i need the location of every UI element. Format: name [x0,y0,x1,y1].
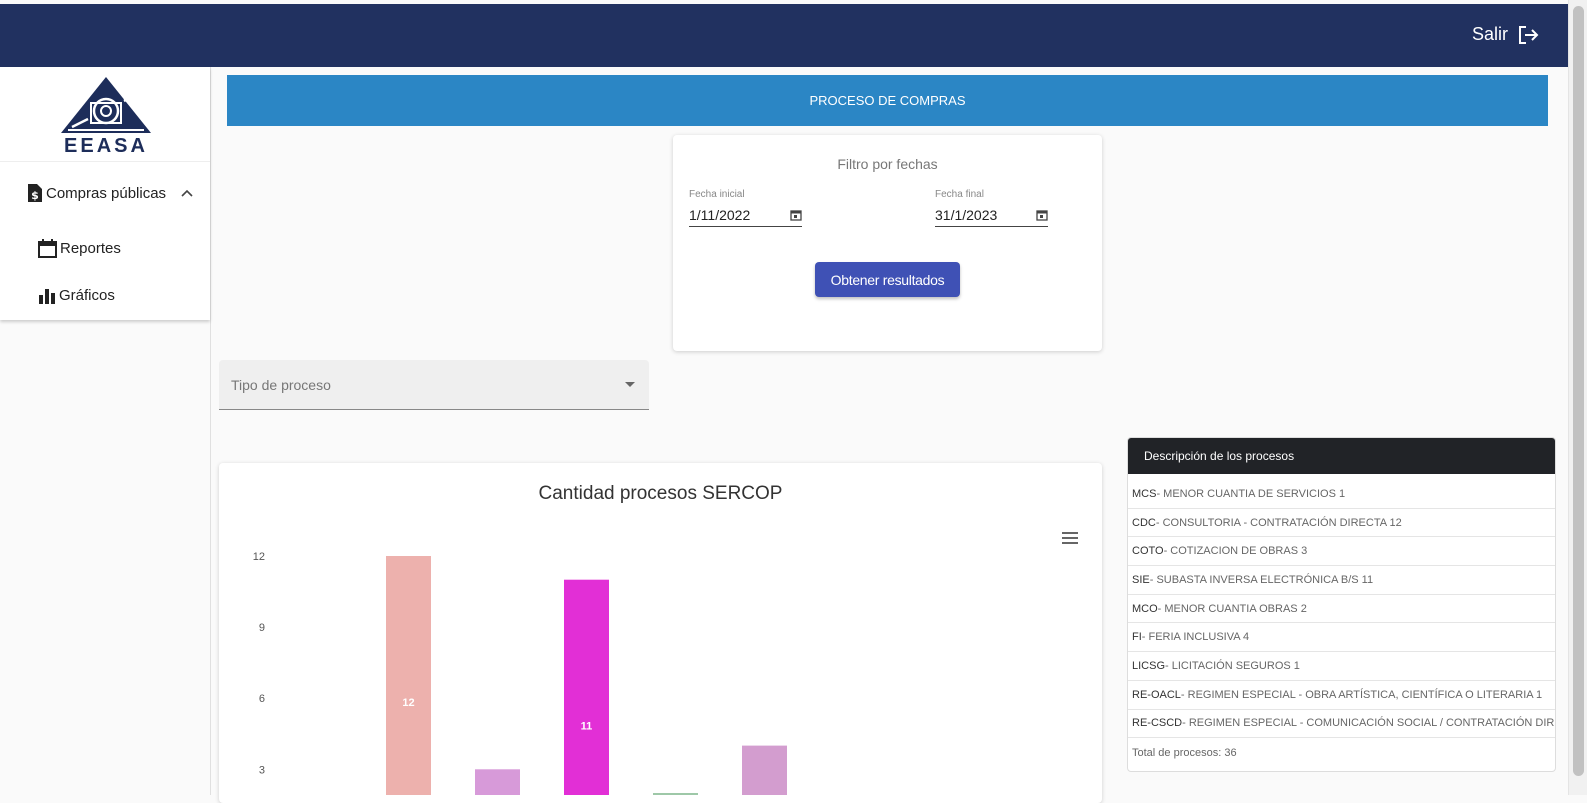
process-code: SIE [1132,573,1150,586]
page-title: PROCESO DE COMPRAS [809,93,966,108]
dropdown-arrow-icon [625,382,635,387]
process-code: FI [1132,631,1142,644]
start-date-value[interactable]: 1/11/2022 [689,207,750,223]
process-description: - CONSULTORIA - CONTRATACIÓN DIRECTA 12 [1155,516,1402,529]
panel-header: Descripción de los procesos [1128,438,1555,474]
sidebar-item-graficos[interactable]: Gráficos [38,287,115,304]
sidebar-item-reportes[interactable]: Reportes [38,239,121,258]
logout-icon [1519,25,1539,44]
hamburger-menu-icon[interactable] [1062,532,1078,547]
process-description: - SUBASTA INVERSA ELECTRÓNICA B/S 11 [1149,573,1374,586]
calendar-icon [38,239,57,258]
description-row: CDC - CONSULTORIA - CONTRATACIÓN DIRECTA… [1128,509,1555,538]
bar-data-label: 12 [402,697,414,709]
total-processes: Total de procesos: 36 [1132,746,1237,759]
description-row: RE-OACL - REGIMEN ESPECIAL - OBRA ARTÍST… [1128,681,1555,710]
end-date-field[interactable]: Fecha final 31/1/2023 [935,189,1048,227]
sidebar-item-label: Gráficos [59,287,115,304]
scrollbar[interactable] [1568,0,1587,795]
logout-label: Salir [1471,24,1508,44]
svg-text:$: $ [31,189,39,202]
description-list: MCS - MENOR CUANTIA DE SERVICIOS 1 CDC - … [1128,474,1555,767]
process-code: MCS [1132,487,1157,500]
sidebar-section-compras-publicas[interactable]: $ Compras públicas [27,183,194,203]
y-tick-label: 12 [253,551,265,563]
sidebar-separator [0,161,210,162]
process-description: - REGIMEN ESPECIAL - OBRA ARTÍSTICA, CIE… [1180,688,1543,701]
chart-title: Cantidad procesos SERCOP [538,483,783,504]
filter-title: Filtro por fechas [837,156,938,172]
process-description: - LICITACIÓN SEGUROS 1 [1165,659,1300,672]
process-description: - MENOR CUANTIA DE SERVICIOS 1 [1156,487,1346,500]
process-code: RE-CSCD [1132,717,1183,730]
page-banner: PROCESO DE COMPRAS [227,75,1548,126]
chart-card: 3 6 9 12 12 11 Cantidad procesos SERCOP [219,463,1102,803]
scrollbar-thumb[interactable] [1573,6,1584,776]
y-tick-label: 9 [259,622,265,634]
end-date-value[interactable]: 31/1/2023 [935,207,997,223]
top-navbar: Salir [0,4,1568,67]
logo-text: EEASA [64,135,148,157]
process-code: CDC [1132,516,1156,529]
process-code: RE-OACL [1132,688,1181,701]
logout-button[interactable]: Salir [1472,24,1540,45]
calendar-picker-icon[interactable] [790,209,802,221]
sidebar-section-label: Compras públicas [46,184,167,202]
bar-cdc[interactable] [386,556,431,795]
process-description-panel: Descripción de los procesos MCS - MENOR … [1127,437,1556,772]
bar-sie[interactable] [564,579,609,795]
bar-chart-icon [39,288,55,304]
chevron-up-icon[interactable] [180,188,194,198]
y-tick-label: 3 [259,764,265,776]
date-filter-card: Filtro por fechas Fecha inicial 1/11/202… [673,135,1102,351]
file-dollar-icon: $ [28,184,42,202]
description-row: SIE - SUBASTA INVERSA ELECTRÓNICA B/S 11 [1128,566,1555,595]
bar-data-label: 11 [581,721,593,733]
description-row: MCO - MENOR CUANTIA OBRAS 2 [1128,595,1555,624]
process-code: COTO [1132,545,1164,558]
get-results-button[interactable]: Obtener resultados [815,262,960,297]
description-row: FI - FERIA INCLUSIVA 4 [1128,623,1555,653]
process-code: LICSG [1132,659,1166,672]
process-description: - REGIMEN ESPECIAL - COMUNICACIÓN SOCIAL… [1182,717,1555,730]
description-row: LICSG - LICITACIÓN SEGUROS 1 [1128,652,1555,681]
description-row: COTO - COTIZACION DE OBRAS 3 [1128,537,1555,567]
description-row: MCS - MENOR CUANTIA DE SERVICIOS 1 [1128,480,1555,509]
process-description: - COTIZACION DE OBRAS 3 [1163,545,1308,558]
description-row: RE-CSCD - REGIMEN ESPECIAL - COMUNICACIÓ… [1128,710,1555,739]
end-date-label: Fecha final [935,189,984,200]
y-tick-label: 6 [259,693,265,705]
process-description: - MENOR CUANTIA OBRAS 2 [1157,602,1307,615]
calendar-picker-icon[interactable] [1036,209,1048,221]
process-type-placeholder: Tipo de proceso [231,377,331,393]
bar-fi[interactable] [742,745,787,795]
sidebar: EEASA $ Compras públicas Reportes Gráfic… [0,67,210,320]
start-date-label: Fecha inicial [689,189,745,200]
sidebar-divider [210,67,211,795]
start-date-field[interactable]: Fecha inicial 1/11/2022 [689,189,802,227]
bar-coto[interactable] [475,769,520,795]
process-type-select[interactable]: Tipo de proceso [219,360,649,410]
eeasa-logo [61,77,151,133]
sidebar-item-label: Reportes [60,240,121,257]
process-code: MCO [1132,602,1158,615]
process-description: - FERIA INCLUSIVA 4 [1141,631,1250,644]
bar-chart: 3 6 9 12 12 11 [253,551,787,795]
